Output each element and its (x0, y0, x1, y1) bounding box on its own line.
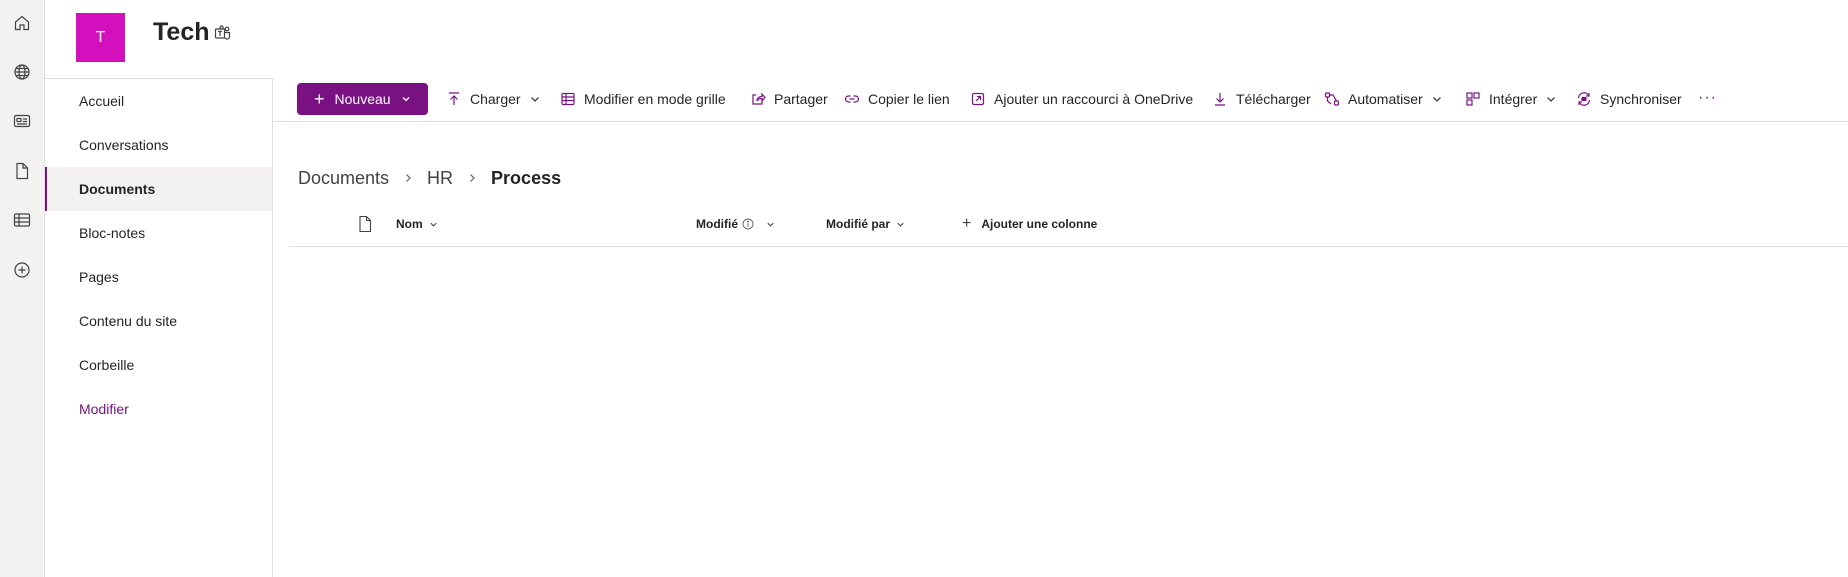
column-modified[interactable]: Modifié (696, 217, 775, 231)
list-column-header: Nom Modifié Modifié par + Ajouter une co… (289, 206, 1848, 247)
info-icon[interactable] (742, 218, 754, 230)
sync-button[interactable]: Synchroniser (1576, 78, 1682, 120)
download-button[interactable]: Télécharger (1212, 78, 1311, 120)
copy-link-button[interactable]: Copier le lien (844, 78, 950, 120)
integrate-button[interactable]: Intégrer (1465, 78, 1557, 120)
column-name-label: Nom (396, 217, 423, 231)
onedrive-shortcut-button[interactable]: Ajouter un raccourci à OneDrive (970, 78, 1193, 120)
new-button[interactable]: + Nouveau (297, 83, 428, 115)
chevron-down-icon (402, 97, 410, 102)
teams-icon[interactable] (213, 24, 233, 44)
chevron-right-icon (406, 174, 411, 182)
column-modified-by-label: Modifié par (826, 217, 891, 231)
chevron-down-icon (897, 222, 904, 227)
new-button-label: Nouveau (334, 91, 391, 107)
shortcut-icon (971, 92, 985, 106)
grid-edit-button[interactable]: Modifier en mode grille (560, 78, 726, 120)
add-circle-icon[interactable] (8, 256, 36, 284)
upload-button[interactable]: Charger (446, 78, 541, 120)
chevron-down-icon (1432, 97, 1441, 102)
news-icon[interactable] (8, 107, 36, 135)
grid-edit-label: Modifier en mode grille (584, 91, 726, 107)
onedrive-shortcut-label: Ajouter un raccourci à OneDrive (994, 91, 1194, 107)
automate-label: Automatiser (1348, 91, 1423, 107)
breadcrumb: Documents HR Process (298, 166, 561, 190)
nav-item-conversations[interactable]: Conversations (45, 123, 272, 167)
nav-item-accueil[interactable]: Accueil (45, 79, 272, 123)
site-title[interactable]: Tech (153, 18, 210, 47)
site-logo[interactable]: T (76, 13, 125, 62)
file-type-icon[interactable] (357, 215, 373, 233)
share-label: Partager (774, 91, 828, 107)
more-options-button[interactable]: ··· (1698, 89, 1717, 107)
add-column-button[interactable]: + Ajouter une colonne (962, 215, 1097, 233)
column-modified-label: Modifié (696, 217, 738, 231)
site-logo-letter: T (95, 28, 106, 46)
automate-icon (1324, 92, 1340, 106)
breadcrumb-documents[interactable]: Documents (298, 168, 389, 189)
chevron-down-icon (530, 97, 539, 102)
sync-icon (1577, 92, 1591, 106)
download-icon (1215, 93, 1225, 106)
column-name[interactable]: Nom (396, 217, 438, 231)
sharepoint-app: T Tech Accueil Conversations Documents B… (0, 0, 1848, 577)
integrate-label: Intégrer (1489, 91, 1538, 107)
left-navigation: Accueil Conversations Documents Bloc-not… (45, 78, 273, 577)
column-modified-by[interactable]: Modifié par (826, 217, 905, 231)
breadcrumb-hr[interactable]: HR (427, 168, 453, 189)
chevron-down-icon (767, 222, 774, 227)
share-icon (752, 92, 766, 105)
command-bar: + Nouveau Charger Modifier en mode grill… (273, 78, 1848, 122)
list-icon[interactable] (8, 206, 36, 234)
upload-label: Charger (470, 91, 521, 107)
sync-label: Synchroniser (1600, 91, 1682, 107)
chevron-down-icon (1547, 97, 1556, 102)
nav-item-pages[interactable]: Pages (45, 255, 272, 299)
plus-icon: + (314, 89, 325, 109)
globe-icon[interactable] (8, 58, 36, 86)
chevron-down-icon (430, 222, 437, 227)
link-icon (844, 95, 860, 103)
grid-icon (561, 92, 575, 106)
chevron-right-icon (470, 174, 475, 182)
nav-item-contenu-du-site[interactable]: Contenu du site (45, 299, 272, 343)
upload-icon (449, 92, 459, 105)
plus-icon: + (962, 215, 972, 232)
download-label: Télécharger (1236, 91, 1311, 107)
document-icon[interactable] (8, 157, 36, 185)
home-icon[interactable] (8, 9, 36, 37)
nav-edit-link[interactable]: Modifier (45, 387, 272, 431)
share-button[interactable]: Partager (750, 78, 828, 120)
automate-button[interactable]: Automatiser (1324, 78, 1443, 120)
add-column-label: Ajouter une colonne (981, 217, 1098, 231)
nav-item-bloc-notes[interactable]: Bloc-notes (45, 211, 272, 255)
nav-item-corbeille[interactable]: Corbeille (45, 343, 272, 387)
app-rail (0, 0, 45, 577)
integrate-icon (1466, 92, 1480, 106)
breadcrumb-current: Process (491, 167, 562, 188)
nav-item-documents[interactable]: Documents (45, 167, 272, 211)
copy-link-label: Copier le lien (868, 91, 950, 107)
